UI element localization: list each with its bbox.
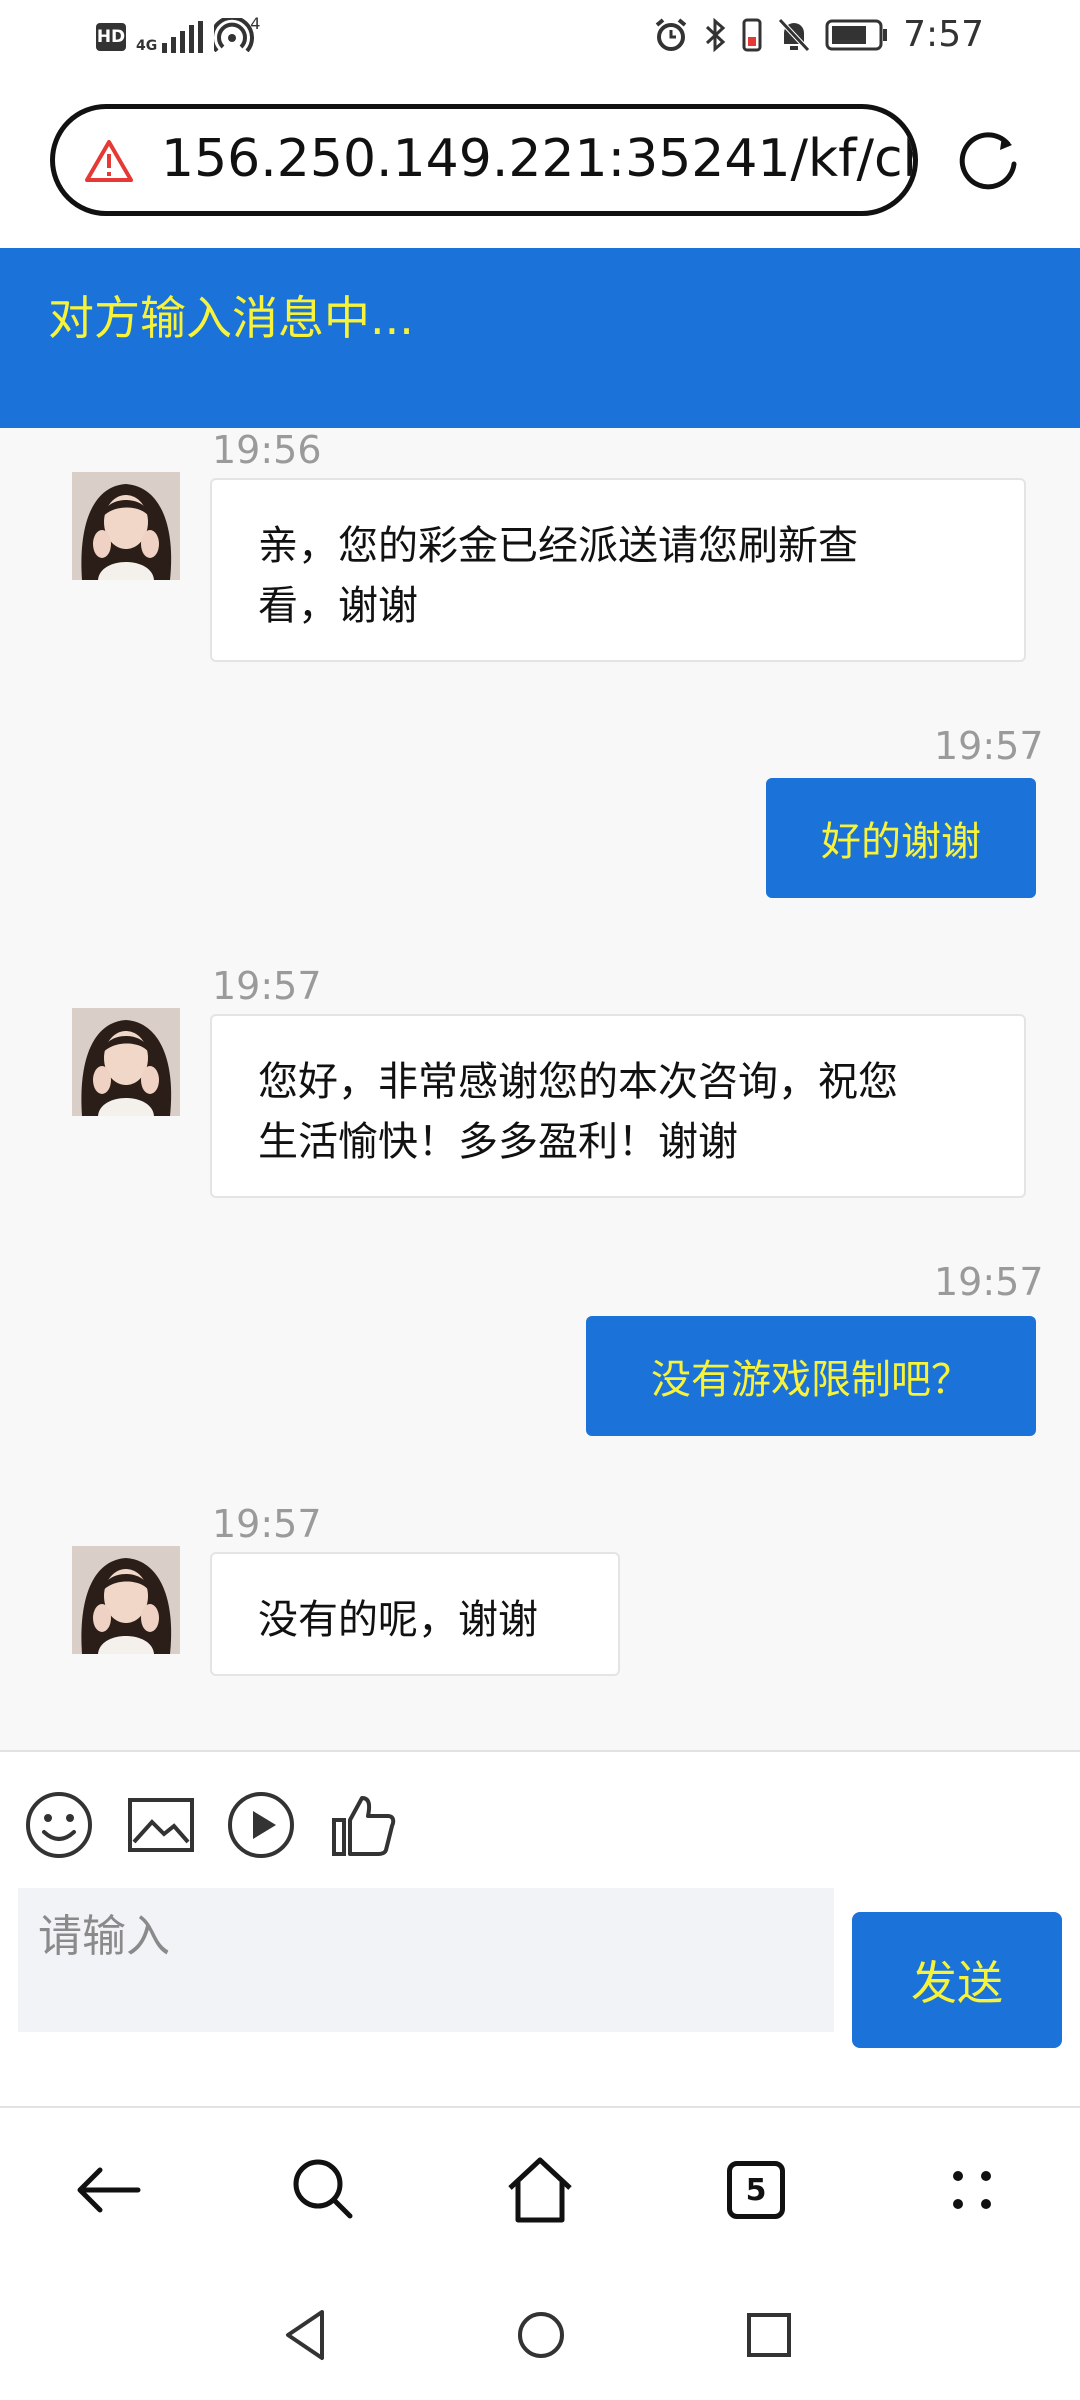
nav-back-icon[interactable]	[272, 2300, 342, 2370]
message-bubble-incoming: 亲，您的彩金已经派送请您刷新查 看，谢谢	[210, 478, 1026, 662]
browser-nav-bar: 5	[0, 2108, 1080, 2278]
send-button[interactable]: 发送	[852, 1912, 1062, 2048]
hd-badge: HD	[96, 23, 126, 51]
nav-recents-icon[interactable]	[734, 2300, 804, 2370]
clock: 7:57	[903, 14, 984, 55]
message-line: 您好，非常感谢您的本次咨询，祝您	[258, 1059, 898, 1105]
tabs-count: 5	[745, 2172, 767, 2208]
alarm-icon	[655, 17, 687, 51]
signal-icon: 4G	[136, 21, 204, 53]
status-bar: HD 4G 4 7:57	[0, 0, 1080, 80]
menu-icon[interactable]	[932, 2150, 1012, 2230]
message-time: 19:57	[212, 964, 322, 1008]
message-time: 19:56	[212, 428, 322, 472]
chat-header: 对方输入消息中...	[0, 248, 1080, 428]
nav-home-icon[interactable]	[506, 2300, 576, 2370]
video-icon[interactable]	[226, 1790, 296, 1860]
message-time: 19:57	[934, 1260, 1044, 1304]
hotspot-badge: 4	[250, 14, 261, 33]
address-bar[interactable]: 156.250.149.221:35241/kf/chi	[50, 104, 918, 216]
avatar[interactable]	[72, 472, 180, 580]
avatar[interactable]	[72, 1008, 180, 1116]
home-icon[interactable]	[500, 2150, 580, 2230]
reload-icon[interactable]	[956, 126, 1022, 192]
bluetooth-icon	[706, 17, 726, 52]
status-right: 7:57	[653, 14, 984, 55]
battery-icon	[825, 19, 888, 50]
message-line: 亲，您的彩金已经派送请您刷新查	[258, 523, 858, 569]
url-text[interactable]: 156.250.149.221:35241/kf/chi	[161, 129, 913, 189]
thumbs-up-icon[interactable]	[328, 1790, 398, 1860]
hotspot-icon: 4	[210, 14, 260, 56]
message-bubble-outgoing: 好的谢谢	[766, 778, 1036, 898]
system-nav-bar	[0, 2278, 1080, 2400]
search-icon[interactable]	[284, 2150, 364, 2230]
network-type: 4G	[136, 38, 158, 54]
message-bubble-outgoing: 没有游戏限制吧？	[586, 1316, 1036, 1436]
emoji-icon[interactable]	[24, 1790, 94, 1860]
status-left: HD 4G 4	[96, 14, 260, 56]
typing-status: 对方输入消息中...	[48, 291, 414, 345]
message-bubble-incoming: 没有的呢，谢谢	[210, 1552, 620, 1676]
tabs-icon[interactable]: 5	[716, 2150, 796, 2230]
message-time: 19:57	[212, 1502, 322, 1546]
composer-divider	[0, 1750, 1080, 1752]
browser-toolbar: 156.250.149.221:35241/kf/chi	[0, 96, 1080, 232]
message-line: 没有的呢，谢谢	[258, 1597, 538, 1643]
avatar[interactable]	[72, 1546, 180, 1654]
warning-icon[interactable]	[85, 139, 133, 183]
message-input[interactable]	[18, 1888, 834, 2032]
image-icon[interactable]	[126, 1790, 196, 1860]
back-icon[interactable]	[68, 2150, 148, 2230]
mute-icon	[778, 17, 810, 52]
message-bubble-incoming: 您好，非常感谢您的本次咨询，祝您 生活愉快！多多盈利！谢谢	[210, 1014, 1026, 1198]
message-list[interactable]: 19:56 亲，您的彩金已经派送请您刷新查 看，谢谢 19:57 好的谢谢 19…	[0, 428, 1080, 1750]
message-line: 生活愉快！多多盈利！谢谢	[258, 1119, 738, 1165]
message-line: 看，谢谢	[258, 583, 418, 629]
message-time: 19:57	[934, 724, 1044, 768]
vibrate-icon	[742, 18, 762, 51]
